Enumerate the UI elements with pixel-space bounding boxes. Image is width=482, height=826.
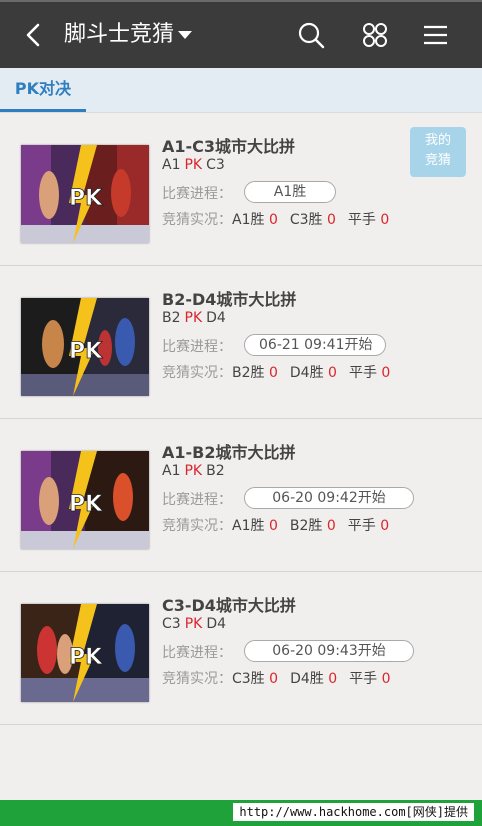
draw-label: 平手 — [347, 212, 376, 228]
my-bets-line2: 竞猜 — [424, 153, 451, 168]
bet-a-count: 0 — [268, 212, 278, 228]
menu-icon[interactable] — [421, 20, 451, 50]
bets-label: 竞猜实况： — [162, 671, 232, 687]
app-title-dropdown[interactable]: 脚斗士竞猜 — [64, 20, 193, 50]
pk-label: PK — [184, 310, 203, 326]
draw-count: 0 — [381, 671, 391, 687]
bet-b-label: B2胜 — [289, 518, 323, 534]
team-b: C3 — [206, 157, 225, 173]
footer-bar: http://www.hackhome.com[网侠]提供 — [0, 800, 482, 826]
bet-b-label: C3胜 — [289, 212, 323, 228]
match-thumbnail: PK — [21, 604, 149, 702]
bets-row: 竞猜实况：A1胜 0 B2胜 0 平手 0 — [162, 515, 401, 535]
progress-row: 比赛进程： 06-21 09:41开始 — [162, 334, 386, 356]
team-b: B2 — [206, 463, 225, 479]
bet-a-count: 0 — [269, 671, 279, 687]
match-thumbnail: PK — [21, 451, 149, 549]
bet-a-count: 0 — [268, 518, 278, 534]
match-card[interactable]: PK B2-D4城市大比拼 B2 PK D4 比赛进程： 06-21 09:41开始… — [0, 266, 482, 419]
bet-a-count: 0 — [268, 365, 278, 381]
bet-b-count: 0 — [328, 365, 337, 381]
team-a: A1 — [162, 463, 181, 479]
match-teams: A1 PK C3 — [162, 157, 225, 173]
team-a: C3 — [162, 616, 181, 632]
app-title: 脚斗士竞猜 — [64, 22, 175, 47]
tab-pk-duel[interactable]: PK对决 — [0, 68, 86, 112]
pk-label: PK — [184, 616, 203, 632]
grid-icon[interactable] — [360, 20, 390, 50]
progress-row: 比赛进程： 06-20 09:43开始 — [162, 640, 414, 662]
match-card[interactable]: PK A1-C3城市大比拼 A1 PK C3 比赛进程： A1胜 竞猜实况：A1胜 … — [0, 113, 482, 266]
draw-label: 平手 — [347, 518, 376, 534]
my-bets-button[interactable]: 我的 竞猜 — [410, 127, 466, 177]
progress-row: 比赛进程： A1胜 — [162, 181, 336, 203]
svg-text:PK: PK — [69, 645, 103, 670]
match-card[interactable]: PK A1-B2城市大比拼 A1 PK B2 比赛进程： 06-20 09:42开始… — [0, 419, 482, 572]
bet-a-label: B2胜 — [232, 365, 265, 381]
match-card[interactable]: PK C3-D4城市大比拼 C3 PK D4 比赛进程： 06-20 09:43开始… — [0, 572, 482, 725]
team-b: D4 — [206, 616, 226, 632]
draw-count: 0 — [380, 518, 390, 534]
bet-a-label: A1胜 — [232, 518, 265, 534]
bets-label: 竞猜实况： — [162, 212, 232, 228]
bet-a-label: C3胜 — [232, 671, 265, 687]
match-title: A1-B2城市大比拼 — [162, 443, 296, 462]
status-pill: 06-20 09:43开始 — [244, 640, 414, 662]
bets-row: 竞猜实况：B2胜 0 D4胜 0 平手 0 — [162, 362, 402, 382]
team-a: A1 — [162, 157, 181, 173]
status-pill: 06-21 09:41开始 — [244, 334, 386, 356]
team-b: D4 — [206, 310, 226, 326]
status-pill: 06-20 09:42开始 — [244, 487, 414, 509]
match-thumbnail: PK — [21, 298, 149, 396]
svg-text:PK: PK — [69, 339, 103, 364]
match-teams: B2 PK D4 — [162, 310, 226, 326]
match-title: B2-D4城市大比拼 — [162, 290, 297, 309]
draw-count: 0 — [380, 212, 390, 228]
match-list: PK A1-C3城市大比拼 A1 PK C3 比赛进程： A1胜 竞猜实况：A1胜 … — [0, 113, 482, 725]
search-icon[interactable] — [296, 20, 326, 50]
back-arrow-icon[interactable] — [20, 20, 48, 50]
progress-label: 比赛进程： — [162, 645, 232, 661]
draw-count: 0 — [381, 365, 391, 381]
top-app-bar: 脚斗士竞猜 — [0, 0, 482, 68]
bet-b-label: D4胜 — [289, 365, 324, 381]
bet-b-count: 0 — [328, 671, 338, 687]
bets-label: 竞猜实况： — [162, 365, 232, 381]
bets-label: 竞猜实况： — [162, 518, 232, 534]
draw-label: 平手 — [349, 671, 378, 687]
bets-row: 竞猜实况：C3胜 0 D4胜 0 平手 0 — [162, 668, 403, 688]
bet-b-label: D4胜 — [290, 671, 324, 687]
team-a: B2 — [162, 310, 181, 326]
bet-a-label: A1胜 — [232, 212, 265, 228]
dropdown-caret-icon — [178, 31, 193, 39]
match-title: C3-D4城市大比拼 — [162, 596, 296, 615]
tab-bar: PK对决 — [0, 68, 482, 113]
bet-b-count: 0 — [326, 518, 336, 534]
pk-label: PK — [184, 463, 203, 479]
draw-label: 平手 — [348, 365, 377, 381]
progress-label: 比赛进程： — [162, 492, 232, 508]
my-bets-line1: 我的 — [424, 133, 451, 148]
bet-b-count: 0 — [327, 212, 336, 228]
match-title: A1-C3城市大比拼 — [162, 137, 296, 156]
progress-label: 比赛进程： — [162, 186, 232, 202]
bets-row: 竞猜实况：A1胜 0 C3胜 0 平手 0 — [162, 209, 401, 229]
match-teams: A1 PK B2 — [162, 463, 225, 479]
progress-row: 比赛进程： 06-20 09:42开始 — [162, 487, 414, 509]
match-thumbnail: PK — [21, 145, 149, 243]
status-pill: A1胜 — [244, 181, 336, 203]
progress-label: 比赛进程： — [162, 339, 232, 355]
pk-label: PK — [184, 157, 203, 173]
watermark-text: http://www.hackhome.com[网侠]提供 — [233, 803, 474, 821]
svg-text:PK: PK — [69, 492, 103, 517]
match-teams: C3 PK D4 — [162, 616, 226, 632]
svg-text:PK: PK — [69, 186, 103, 211]
